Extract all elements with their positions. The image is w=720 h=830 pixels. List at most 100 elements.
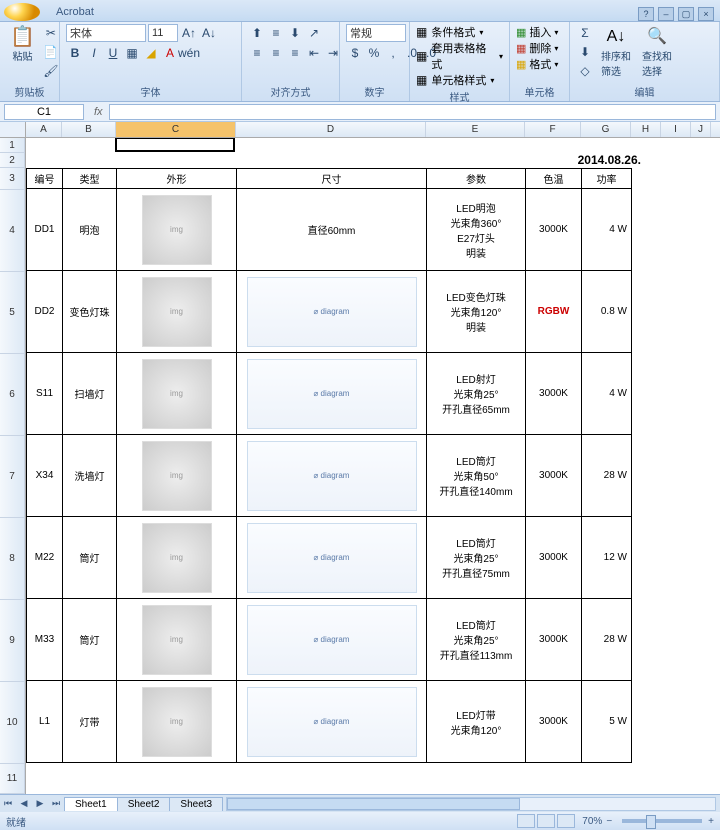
align-center-icon[interactable]: ≡ (267, 44, 285, 62)
sheet-tab-Sheet1[interactable]: Sheet1 (64, 797, 118, 811)
row-header-11[interactable]: 11 (0, 764, 25, 794)
font-size-select[interactable] (148, 24, 178, 42)
find-select-button[interactable]: 🔍 查找和 选择 (638, 24, 676, 80)
row-header-1[interactable]: 1 (0, 138, 25, 153)
sheet-tab-Sheet3[interactable]: Sheet3 (169, 797, 223, 811)
page-break-view-button[interactable] (557, 814, 575, 828)
sheet-tab-Sheet2[interactable]: Sheet2 (117, 797, 171, 811)
col-header-D[interactable]: D (236, 122, 426, 137)
clear-icon[interactable]: ◇ (576, 62, 594, 80)
decrease-font-icon[interactable]: A↓ (200, 24, 218, 42)
zoom-in-button[interactable]: + (708, 816, 714, 827)
number-format-select[interactable] (346, 24, 406, 42)
delete-button[interactable]: ▦删除▾ (516, 40, 558, 56)
table-header: 色温 (526, 169, 582, 189)
group-editing: Σ ⬇ ◇ A↓ 排序和 筛选 🔍 查找和 选择 编辑 (570, 22, 720, 101)
group-label-align: 对齐方式 (248, 83, 333, 99)
sheet-nav-next[interactable]: ▶ (32, 798, 48, 809)
col-header-J[interactable]: J (691, 122, 711, 137)
align-left-icon[interactable]: ≡ (248, 44, 266, 62)
name-box[interactable]: C1 (4, 104, 84, 120)
sheet-nav-prev[interactable]: ◀ (16, 798, 32, 809)
col-header-A[interactable]: A (26, 122, 62, 137)
align-top-icon[interactable]: ⬆ (248, 24, 266, 42)
col-header-G[interactable]: G (581, 122, 631, 137)
table-header: 尺寸 (237, 169, 427, 189)
copy-icon[interactable]: 📄 (42, 43, 60, 61)
paste-icon: 📋 (10, 26, 35, 48)
row-header-2[interactable]: 2 (0, 153, 25, 168)
autosum-icon[interactable]: Σ (576, 24, 594, 42)
select-all-corner[interactable] (0, 122, 26, 137)
format-painter-icon[interactable]: 🖌 (42, 62, 60, 80)
cell-temp: 3000K (526, 517, 582, 599)
cell-power: 0.8 W (582, 271, 632, 353)
cell-power: 28 W (582, 599, 632, 681)
fill-color-icon[interactable]: ◢ (142, 44, 160, 62)
help-icon[interactable]: ? (638, 7, 654, 21)
cells-area[interactable]: 2014.08.26. 编号类型外形尺寸参数色温功率DD1明泡img直径60mm… (26, 138, 720, 794)
conditional-format-button[interactable]: ▦条件格式▾ (416, 24, 483, 40)
row-header-5[interactable]: 5 (0, 272, 25, 354)
comma-icon[interactable]: , (384, 44, 402, 62)
indent-dec-icon[interactable]: ⇤ (305, 44, 323, 62)
row-header-6[interactable]: 6 (0, 354, 25, 436)
col-header-H[interactable]: H (631, 122, 661, 137)
insert-button[interactable]: ▦插入▾ (516, 24, 558, 40)
align-bottom-icon[interactable]: ⬇ (286, 24, 304, 42)
format-button[interactable]: ▦格式▾ (516, 56, 558, 72)
row-header-8[interactable]: 8 (0, 518, 25, 600)
normal-view-button[interactable] (517, 814, 535, 828)
horizontal-scrollbar[interactable] (226, 797, 716, 811)
minimize-icon[interactable]: – (658, 7, 674, 21)
font-color-icon[interactable]: A (161, 44, 179, 62)
cell-power: 4 W (582, 353, 632, 435)
currency-icon[interactable]: $ (346, 44, 364, 62)
col-header-F[interactable]: F (525, 122, 581, 137)
find-icon: 🔍 (647, 26, 667, 48)
border-icon[interactable]: ▦ (123, 44, 141, 62)
zoom-out-button[interactable]: − (606, 816, 612, 827)
formula-bar[interactable] (109, 104, 716, 120)
fx-icon[interactable]: fx (88, 106, 109, 118)
orientation-icon[interactable]: ↗ (305, 24, 323, 42)
col-header-E[interactable]: E (426, 122, 525, 137)
cell-temp: 3000K (526, 353, 582, 435)
tab-Acrobat[interactable]: Acrobat (46, 3, 110, 21)
page-layout-view-button[interactable] (537, 814, 555, 828)
row-header-9[interactable]: 9 (0, 600, 25, 682)
close-icon[interactable]: × (698, 7, 714, 21)
underline-icon[interactable]: U (104, 44, 122, 62)
row-header-7[interactable]: 7 (0, 436, 25, 518)
col-header-B[interactable]: B (62, 122, 116, 137)
row-header-3[interactable]: 3 (0, 168, 25, 190)
col-header-I[interactable]: I (661, 122, 691, 137)
office-button[interactable] (4, 3, 40, 21)
italic-icon[interactable]: I (85, 44, 103, 62)
font-name-select[interactable] (66, 24, 146, 42)
zoom-level[interactable]: 70% (582, 816, 602, 827)
row-header-10[interactable]: 10 (0, 682, 25, 764)
fill-icon[interactable]: ⬇ (576, 43, 594, 61)
row-header-4[interactable]: 4 (0, 190, 25, 272)
cell-param: LED变色灯珠 光束角120° 明装 (427, 271, 526, 353)
cut-icon[interactable]: ✂ (42, 24, 60, 42)
restore-icon[interactable]: ▢ (678, 7, 694, 21)
zoom-slider[interactable] (622, 819, 702, 823)
align-middle-icon[interactable]: ≡ (267, 24, 285, 42)
cell-style-button[interactable]: ▦单元格样式▾ (416, 72, 494, 88)
col-header-C[interactable]: C (116, 122, 236, 137)
table-format-button[interactable]: ▦套用表格格式▾ (416, 40, 503, 72)
group-styles: ▦条件格式▾ ▦套用表格格式▾ ▦单元格样式▾ 样式 (410, 22, 510, 101)
align-right-icon[interactable]: ≡ (286, 44, 304, 62)
sheet-nav-last[interactable]: ⏭ (48, 798, 64, 809)
sheet-nav-first[interactable]: ⏮ (0, 798, 16, 809)
bold-icon[interactable]: B (66, 44, 84, 62)
paste-button[interactable]: 📋 粘贴 (6, 24, 39, 65)
phonetic-icon[interactable]: wén (180, 44, 198, 62)
increase-font-icon[interactable]: A↑ (180, 24, 198, 42)
cell-shape: img (117, 353, 237, 435)
sort-filter-button[interactable]: A↓ 排序和 筛选 (597, 24, 635, 80)
group-font: A↑ A↓ B I U ▦ ◢ A wén 字体 (60, 22, 242, 101)
percent-icon[interactable]: % (365, 44, 383, 62)
